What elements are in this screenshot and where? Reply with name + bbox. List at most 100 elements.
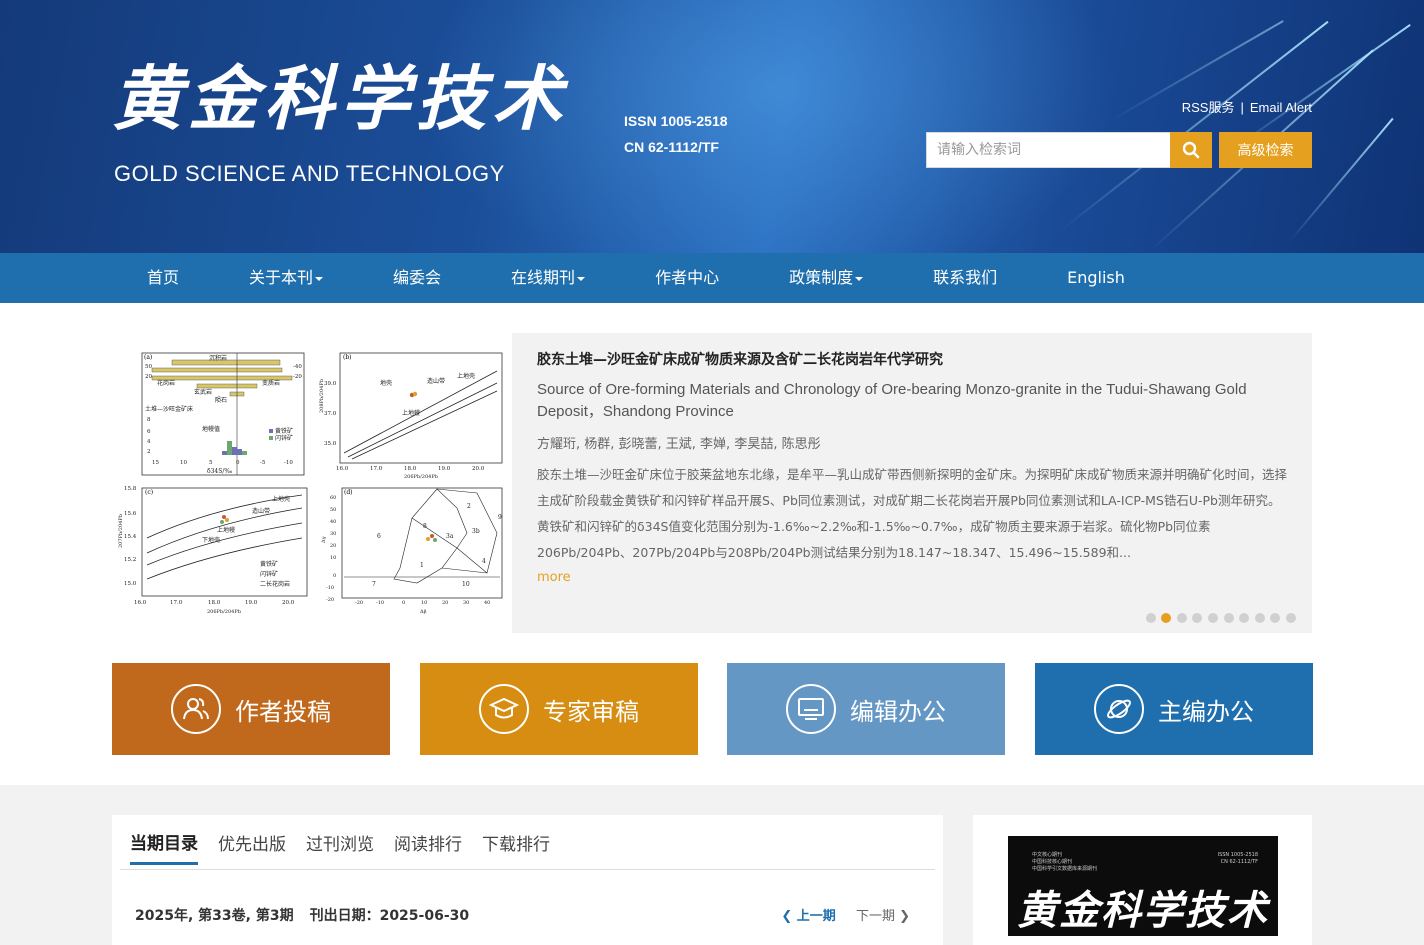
histogram-bar bbox=[227, 441, 232, 455]
more-link[interactable]: more bbox=[537, 570, 571, 585]
field-label: 2 bbox=[467, 503, 471, 510]
journal-cover[interactable]: 中文核心期刊 中国科技核心期刊 中国科学引文数据库来源期刊 ISSN 1005-… bbox=[1008, 836, 1278, 936]
slider-dot[interactable] bbox=[1270, 613, 1281, 623]
label-upper-crust: 上地壳 bbox=[272, 495, 290, 503]
article-title-en[interactable]: Source of Ore-forming Materials and Chro… bbox=[537, 379, 1287, 423]
logo-english[interactable]: GOLD SCIENCE AND TECHNOLOGY bbox=[114, 161, 505, 187]
legend-pyrite: 黄铁矿 bbox=[260, 560, 278, 568]
data-point bbox=[222, 515, 226, 519]
slider-dot[interactable] bbox=[1208, 613, 1219, 623]
data-point bbox=[220, 520, 224, 524]
y-tick: 35.0 bbox=[324, 441, 337, 447]
nav-item-home[interactable]: 首页 bbox=[112, 253, 214, 303]
x-tick: 19.0 bbox=[438, 466, 451, 472]
panel-frame bbox=[341, 487, 503, 599]
search-input[interactable] bbox=[927, 133, 1171, 167]
next-issue-link[interactable]: 下一期 ❯ bbox=[856, 909, 910, 924]
nav-label: 联系我们 bbox=[933, 268, 998, 287]
evolution-curve bbox=[347, 382, 498, 458]
email-alert-link[interactable]: Email Alert bbox=[1250, 100, 1312, 115]
previous-issue-link[interactable]: ❮ 上一期 bbox=[781, 909, 835, 924]
tab-current-issue[interactable]: 当期目录 bbox=[130, 819, 198, 865]
slide-text: 胶东土堆—沙旺金矿床成矿物质来源及含矿二长花岗岩年代学研究 Source of … bbox=[537, 349, 1287, 585]
x-tick: 17.0 bbox=[370, 466, 383, 472]
cover-title: 黄金科学技术 bbox=[1017, 887, 1269, 934]
nav-label: 编委会 bbox=[393, 268, 442, 287]
x-tick: 20.0 bbox=[282, 600, 295, 606]
slider-dot[interactable] bbox=[1176, 613, 1187, 623]
field-label: 1 bbox=[420, 562, 424, 569]
editor-office-tile[interactable]: 编辑办公 bbox=[727, 663, 1005, 755]
field-label: 6 bbox=[377, 533, 381, 540]
logo-chinese[interactable]: 黄金科学技术 bbox=[112, 64, 568, 134]
search-button[interactable] bbox=[1170, 132, 1212, 168]
y-tick: 10 bbox=[330, 555, 336, 561]
rss-link[interactable]: RSS服务 bbox=[1182, 100, 1235, 115]
nav-item-editorial-board[interactable]: 编委会 bbox=[358, 253, 476, 303]
article-title[interactable]: 胶东土堆—沙旺金矿床成矿物质来源及含矿二长花岗岩年代学研究 bbox=[537, 349, 1287, 369]
nav-label: 政策制度 bbox=[789, 268, 854, 287]
y-tick: 15.0 bbox=[124, 581, 137, 587]
chief-editor-office-tile[interactable]: 主编办公 bbox=[1035, 663, 1313, 755]
y-tick: -40 bbox=[293, 364, 302, 370]
y-tick: 15.6 bbox=[124, 511, 137, 517]
top-links: RSS服务 | Email Alert bbox=[1182, 97, 1312, 116]
panel-label: (c) bbox=[145, 489, 153, 496]
nav-item-english[interactable]: English bbox=[1032, 253, 1160, 303]
nav-item-about[interactable]: 关于本刊 bbox=[214, 253, 358, 303]
y-tick: -20 bbox=[293, 374, 302, 380]
tab-online-first[interactable]: 优先出版 bbox=[218, 830, 286, 855]
data-point bbox=[225, 518, 229, 522]
label-mantle: 地幔值 bbox=[202, 425, 220, 433]
y-tick: 60 bbox=[330, 495, 336, 501]
nav-item-policies[interactable]: 政策制度 bbox=[754, 253, 898, 303]
advanced-search-button[interactable]: 高级检索 bbox=[1219, 132, 1312, 168]
expert-review-tile[interactable]: 专家审稿 bbox=[420, 663, 698, 755]
x-tick: 17.0 bbox=[170, 600, 183, 606]
slider-dot[interactable] bbox=[1145, 613, 1156, 623]
field-label: 3b bbox=[472, 528, 480, 535]
legend-sphalerite: 闪锌矿 bbox=[260, 570, 278, 578]
y-tick: 0 bbox=[333, 573, 336, 579]
evolution-curve bbox=[343, 370, 498, 454]
x-tick: 15 bbox=[152, 460, 159, 466]
legend-swatch bbox=[269, 436, 273, 440]
slider-dot[interactable] bbox=[1286, 613, 1296, 623]
author-submission-tile[interactable]: 作者投稿 bbox=[112, 663, 390, 755]
article-figure[interactable]: (a) 沉积岩 花岗岩 变质岩 玄武岩 陨石 土堆—沙旺金矿床 地幔值 黄铁矿 … bbox=[112, 333, 512, 633]
tab-most-read[interactable]: 阅读排行 bbox=[394, 830, 462, 855]
nav-item-online-journal[interactable]: 在线期刊 bbox=[476, 253, 620, 303]
nav-label: 在线期刊 bbox=[511, 268, 576, 287]
label-granite: 花岗岩 bbox=[157, 379, 175, 387]
histogram-bar bbox=[232, 447, 237, 455]
slider-dot[interactable] bbox=[1192, 613, 1203, 623]
tab-most-downloaded[interactable]: 下载排行 bbox=[482, 830, 550, 855]
tile-label: 作者投稿 bbox=[235, 697, 331, 726]
tab-archive[interactable]: 过刊浏览 bbox=[306, 830, 374, 855]
y-tick: -10 bbox=[326, 585, 334, 591]
nav-label: 作者中心 bbox=[655, 268, 720, 287]
featured-slider: (a) 沉积岩 花岗岩 变质岩 玄武岩 陨石 土堆—沙旺金矿床 地幔值 黄铁矿 … bbox=[112, 333, 1312, 633]
x-tick: 20.0 bbox=[472, 466, 485, 472]
x-tick: 5 bbox=[209, 460, 213, 466]
nav-label: 首页 bbox=[147, 268, 180, 287]
label-metamorphic: 变质岩 bbox=[262, 379, 280, 387]
y-tick: 15.8 bbox=[124, 486, 137, 492]
histogram-bar bbox=[222, 451, 227, 455]
histogram-bar bbox=[242, 451, 247, 455]
nav-item-contact[interactable]: 联系我们 bbox=[898, 253, 1032, 303]
search-icon bbox=[1182, 141, 1200, 159]
graduation-cap-icon bbox=[479, 684, 529, 734]
x-tick: 10 bbox=[421, 600, 427, 606]
nav-item-author-center[interactable]: 作者中心 bbox=[620, 253, 754, 303]
slider-dot[interactable] bbox=[1254, 613, 1265, 623]
x-tick: 10 bbox=[180, 460, 187, 466]
article-abstract: 胶东土堆—沙旺金矿床位于胶莱盆地东北缘，是牟平—乳山成矿带西侧新探明的金矿床。为… bbox=[537, 467, 1287, 560]
legend-granite: 二长花岗岩 bbox=[260, 580, 290, 588]
y-tick: 15.4 bbox=[124, 534, 137, 540]
x-tick: 40 bbox=[484, 600, 490, 606]
slider-dot[interactable] bbox=[1161, 613, 1172, 623]
slider-dot[interactable] bbox=[1223, 613, 1234, 623]
x-tick: 0 bbox=[402, 600, 405, 606]
slider-dot[interactable] bbox=[1239, 613, 1250, 623]
